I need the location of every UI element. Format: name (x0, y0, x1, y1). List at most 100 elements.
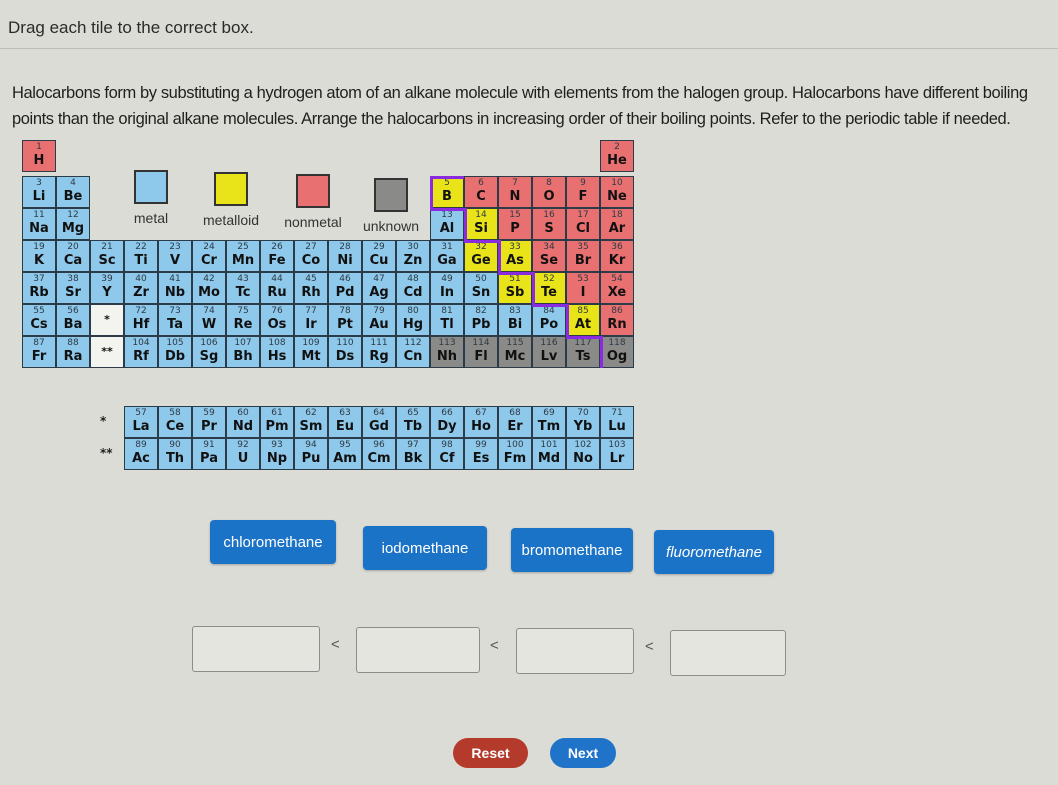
element-symbol: He (607, 153, 627, 168)
atomic-number: 59 (203, 408, 215, 418)
element-symbol: Ce (165, 419, 185, 434)
element-cell-md: 101 Md (532, 438, 566, 470)
element-symbol: Po (539, 317, 559, 332)
element-symbol: Ts (575, 349, 591, 364)
element-cell-ti: 22 Ti (124, 240, 158, 272)
element-symbol: Rb (29, 285, 49, 300)
atomic-number: 44 (271, 274, 283, 284)
atomic-number: 73 (169, 306, 181, 316)
element-cell-be: 4 Be (56, 176, 90, 208)
metalloid-boundary-line (532, 304, 569, 307)
atomic-number: 66 (441, 408, 453, 418)
atomic-number: 108 (268, 338, 286, 348)
metalloid-boundary-line (498, 240, 501, 272)
element-symbol: La (132, 419, 150, 434)
element-cell-xe: 54 Xe (600, 272, 634, 304)
element-cell-fr: 87 Fr (22, 336, 56, 368)
element-symbol: Ne (607, 189, 627, 204)
atomic-number: 48 (407, 274, 419, 284)
legend-metal: metal (118, 170, 184, 226)
element-cell-n: 7N (498, 176, 532, 208)
element-symbol: Na (29, 221, 49, 236)
element-cell-rn: 86 Rn (600, 304, 634, 336)
element-symbol: U (237, 451, 249, 466)
atomic-number: 47 (373, 274, 385, 284)
element-cell-rh: 45 Rh (294, 272, 328, 304)
element-cell-no: 102 No (566, 438, 600, 470)
atomic-number: 40 (135, 274, 147, 284)
element-symbol: K (33, 253, 45, 268)
atomic-number: 105 (166, 338, 184, 348)
element-cell-ne: 10 Ne (600, 176, 634, 208)
atomic-number: 28 (339, 242, 351, 252)
element-cell-eu: 63 Eu (328, 406, 362, 438)
atomic-number: 37 (33, 274, 45, 284)
answer-slot-1[interactable] (192, 626, 320, 672)
element-symbol: Ac (132, 451, 150, 466)
atomic-number: 24 (203, 242, 215, 252)
series-marker: ** (100, 446, 113, 460)
element-symbol: Cr (201, 253, 217, 268)
element-symbol: Rf (133, 349, 149, 364)
element-cell-dy: 66 Dy (430, 406, 464, 438)
atomic-number: 71 (611, 408, 623, 418)
element-cell-tl: 81 Tl (430, 304, 464, 336)
element-symbol: O (543, 189, 555, 204)
element-cell-sc: 21 Sc (90, 240, 124, 272)
element-cell-kr: 36 Kr (600, 240, 634, 272)
atomic-number: 54 (611, 274, 623, 284)
atomic-number: 38 (67, 274, 79, 284)
answer-slot-4[interactable] (670, 630, 786, 676)
element-symbol: I (580, 285, 586, 300)
element-symbol: Sm (299, 419, 323, 434)
element-cell-p: 15 P (498, 208, 532, 240)
element-symbol: Nh (436, 349, 458, 364)
atomic-number: 31 (441, 242, 453, 252)
element-cell-hs: 108 Hs (260, 336, 294, 368)
atomic-number: 21 (101, 242, 113, 252)
element-cell-db: 105 Db (158, 336, 192, 368)
tile-chloromethane[interactable]: chloromethane (210, 520, 336, 564)
atomic-number: 7 (512, 178, 518, 188)
element-symbol: Se (539, 253, 559, 268)
element-cell-li: 3 Li (22, 176, 56, 208)
element-cell-he: 2 He (600, 140, 634, 172)
element-symbol: S (544, 221, 554, 236)
element-cell-u: 92 U (226, 438, 260, 470)
element-cell-ca: 20 Ca (56, 240, 90, 272)
element-cell-k: 19 K (22, 240, 56, 272)
tile-iodomethane[interactable]: iodomethane (363, 526, 487, 570)
answer-slot-2[interactable] (356, 627, 480, 673)
element-cell-cd: 48 Cd (396, 272, 430, 304)
reset-button[interactable]: Reset (453, 738, 528, 768)
element-symbol: Ti (134, 253, 148, 268)
element-symbol: Fl (474, 349, 488, 364)
element-cell-sr: 38 Sr (56, 272, 90, 304)
element-cell-bh: 107 Bh (226, 336, 260, 368)
element-cell-in: 49 In (430, 272, 464, 304)
tile-fluoromethane[interactable]: fluoromethane (654, 530, 774, 574)
next-button[interactable]: Next (550, 738, 616, 768)
atomic-number: 97 (407, 440, 419, 450)
element-symbol: Tc (235, 285, 251, 300)
element-symbol: Fe (268, 253, 286, 268)
element-symbol: Br (574, 253, 592, 268)
metalloid-boundary-line (566, 304, 569, 336)
atomic-number: 19 (33, 242, 45, 252)
tile-bromomethane[interactable]: bromomethane (511, 528, 633, 572)
atomic-number: 56 (67, 306, 79, 316)
metalloid-boundary-line (430, 176, 433, 208)
element-symbol: Sr (65, 285, 81, 300)
atomic-number: 79 (373, 306, 385, 316)
element-cell-lu: 71 Lu (600, 406, 634, 438)
atomic-number: 89 (135, 440, 147, 450)
element-cell-po: 84 Po (532, 304, 566, 336)
atomic-number: 98 (441, 440, 453, 450)
answer-slot-3[interactable] (516, 628, 634, 674)
atomic-number: 91 (203, 440, 215, 450)
element-symbol: Be (63, 189, 83, 204)
legend-swatch-unknown (374, 178, 408, 212)
element-symbol: H (33, 153, 45, 168)
element-symbol: B (442, 189, 452, 204)
element-symbol: Bk (403, 451, 423, 466)
